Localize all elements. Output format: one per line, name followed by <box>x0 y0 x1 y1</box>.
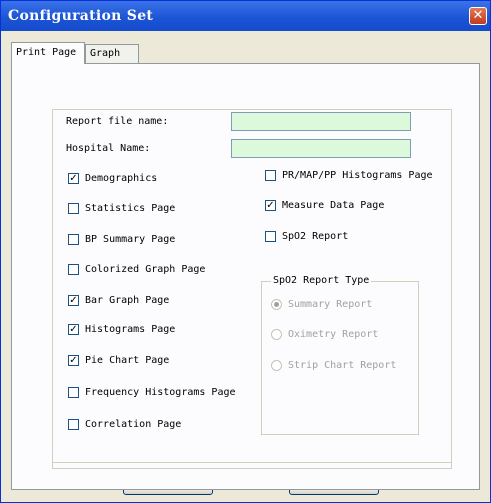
pr-map-pp-histograms-page-checkbox[interactable]: PR/MAP/PP Histograms Page <box>265 170 433 181</box>
spo2-report-type-title: SpO2 Report Type <box>271 275 372 286</box>
correlation-page-checkbox[interactable]: Correlation Page <box>68 419 181 430</box>
spo2-report-checkbox[interactable]: SpO2 Report <box>265 231 348 242</box>
radio-label: Strip Chart Report <box>288 360 397 371</box>
checkbox-box <box>265 231 276 242</box>
checkbox-box: ✓ <box>68 295 79 306</box>
checkbox-box <box>68 203 79 214</box>
bp-summary-page-checkbox[interactable]: BP Summary Page <box>68 234 175 245</box>
checkbox-label: Colorized Graph Page <box>85 264 206 275</box>
checkbox-label: Measure Data Page <box>282 200 385 211</box>
tab-graph[interactable]: Graph <box>85 44 139 64</box>
checkbox-label: PR/MAP/PP Histograms Page <box>282 170 433 181</box>
demographics-checkbox[interactable]: ✓ Demographics <box>68 173 157 184</box>
hospital-name-label: Hospital Name: <box>66 143 151 154</box>
close-button[interactable]: ✕ <box>469 7 487 25</box>
pie-chart-page-checkbox[interactable]: ✓ Pie Chart Page <box>68 355 169 366</box>
checkbox-box: ✓ <box>265 200 276 211</box>
checkbox-box <box>68 419 79 430</box>
checkbox-box: ✓ <box>68 173 79 184</box>
configuration-dialog: Configuration Set ✕ Print Page Graph Rep… <box>0 0 491 503</box>
checkbox-label: Demographics <box>85 173 158 184</box>
summary-report-radio[interactable]: Summary Report <box>271 299 372 310</box>
statistics-page-checkbox[interactable]: Statistics Page <box>68 203 175 214</box>
dialog-body: Print Page Graph Report file name: Hospi… <box>5 31 486 500</box>
checkbox-label: Frequency Histograms Page <box>85 387 236 398</box>
tab-label: Graph <box>90 48 121 59</box>
checkbox-label: Bar Graph Page <box>85 295 170 306</box>
close-icon: ✕ <box>472 8 484 23</box>
radio-label: Oximetry Report <box>288 329 379 340</box>
bar-graph-page-checkbox[interactable]: ✓ Bar Graph Page <box>68 295 169 306</box>
report-file-name-input[interactable] <box>231 112 411 131</box>
separator <box>52 462 452 463</box>
report-file-name-label: Report file name: <box>66 116 169 127</box>
measure-data-page-checkbox[interactable]: ✓ Measure Data Page <box>265 200 384 211</box>
oximetry-report-radio[interactable]: Oximetry Report <box>271 329 378 340</box>
radio-label: Summary Report <box>288 299 373 310</box>
strip-chart-report-radio[interactable]: Strip Chart Report <box>271 360 396 371</box>
checkbox-label: SpO2 Report <box>282 231 349 242</box>
checkbox-box <box>68 264 79 275</box>
checkbox-box: ✓ <box>68 324 79 335</box>
checkbox-box <box>265 170 276 181</box>
checkbox-label: Statistics Page <box>85 203 176 214</box>
checkbox-label: Pie Chart Page <box>85 355 170 366</box>
colorized-graph-page-checkbox[interactable]: Colorized Graph Page <box>68 264 205 275</box>
tab-print-page[interactable]: Print Page <box>11 42 85 64</box>
radio-dot <box>271 329 282 340</box>
radio-dot <box>271 360 282 371</box>
checkbox-label: BP Summary Page <box>85 234 176 245</box>
hospital-name-input[interactable] <box>231 139 411 158</box>
checkbox-box <box>68 234 79 245</box>
checkbox-box <box>68 387 79 398</box>
checkbox-box: ✓ <box>68 355 79 366</box>
checkbox-label: Correlation Page <box>85 419 182 430</box>
histograms-page-checkbox[interactable]: ✓ Histograms Page <box>68 324 175 335</box>
print-page-panel: Report file name: Hospital Name: ✓ Demogr… <box>11 63 480 490</box>
tab-label: Print Page <box>16 47 77 58</box>
title-bar[interactable]: Configuration Set ✕ <box>1 1 490 31</box>
frequency-histograms-page-checkbox[interactable]: Frequency Histograms Page <box>68 387 236 398</box>
window-title: Configuration Set <box>8 8 154 24</box>
radio-dot <box>271 299 282 310</box>
checkbox-label: Histograms Page <box>85 324 176 335</box>
